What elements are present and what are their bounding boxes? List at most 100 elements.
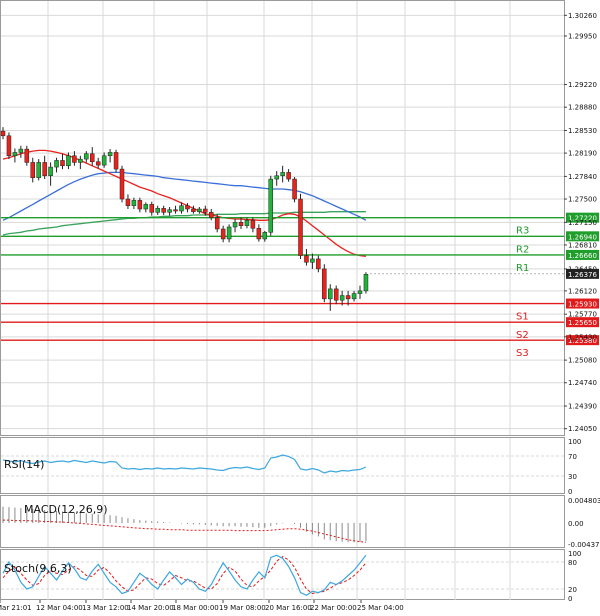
price-tick-label: 1.28880 (568, 104, 597, 112)
time-tick-label: 25 Mar 04:00 (357, 604, 404, 612)
price-tick-label: 1.25080 (568, 357, 597, 365)
time-tick-label: Mar 21:01 (0, 604, 32, 612)
candle-body (167, 209, 172, 213)
candle-body (12, 152, 18, 157)
time-tick-label: 18 Mar 00:00 (172, 604, 219, 612)
time-tick-label: 12 Mar 04:00 (36, 604, 83, 612)
macd-tick-label: 0.00 (568, 520, 584, 528)
price-tick-label: 1.26810 (568, 241, 597, 249)
macd-tick-label: 0.004803 (568, 497, 600, 505)
candle-body (274, 175, 279, 180)
candle-body (30, 162, 35, 178)
candle-body (66, 155, 71, 166)
candle-body (209, 212, 214, 218)
level-tag-text-r1: 1.26660 (568, 252, 597, 260)
price-tick-label: 1.25430 (568, 333, 597, 341)
forex-chart: R31.27220R21.26940R11.26660S11.25930S21.… (0, 0, 600, 612)
candle-body (137, 200, 143, 210)
price-tick-label: 1.30260 (568, 12, 597, 20)
level-label-s1: S1 (516, 312, 529, 323)
candle-body (310, 258, 315, 263)
candle-body (54, 160, 59, 168)
level-tag-text-r2: 1.26940 (568, 233, 597, 241)
rsi-tick-label: 70 (568, 453, 577, 461)
candle-body (286, 172, 291, 180)
candle-body (280, 172, 285, 176)
price-tick-label: 1.27840 (568, 173, 597, 181)
rsi-tick-label: 0 (568, 488, 572, 496)
time-tick-label: 19 Mar 08:00 (219, 604, 266, 612)
level-label-s3: S3 (516, 348, 529, 359)
candle-body (214, 217, 220, 230)
price-tick-label: 1.24390 (568, 403, 597, 411)
level-tag-text-s2: 1.25650 (568, 319, 597, 327)
candle-body (333, 288, 339, 301)
rsi-label: RSI(14) (4, 458, 44, 471)
price-tick-label: 1.24740 (568, 379, 597, 387)
candle-body (179, 205, 184, 212)
candle-body (256, 228, 262, 240)
candle-body (6, 135, 12, 157)
candle-body (232, 222, 238, 228)
rsi-tick-label: 100 (568, 438, 581, 446)
candle-body (262, 232, 268, 240)
candle-body (357, 290, 363, 294)
candle-body (292, 178, 297, 200)
rsi-panel-frame (0, 437, 565, 494)
candle-body (101, 155, 107, 166)
candle-body (18, 148, 24, 153)
candle-body (0, 130, 6, 137)
candle-body (131, 200, 137, 206)
stoch-tick-label: 80 (568, 559, 577, 567)
candle-body (328, 288, 333, 300)
level-tag-text-s1: 1.25930 (568, 301, 597, 309)
candle-body (161, 208, 166, 213)
candle-body (345, 295, 351, 300)
candle-body (143, 204, 149, 210)
price-tick-label: 1.26120 (568, 287, 597, 295)
rsi-tick-label: 30 (568, 473, 577, 481)
candle-body (48, 166, 53, 176)
candle-body (250, 220, 256, 229)
candle-body (72, 155, 77, 163)
current-price-text: 1.26376 (568, 271, 597, 279)
price-tick-label: 1.27150 (568, 219, 597, 227)
candle-body (24, 148, 30, 163)
candle-body (316, 258, 321, 270)
candle-body (119, 168, 125, 200)
candle-body (226, 226, 232, 240)
candle-body (155, 208, 160, 213)
candle-body (363, 273, 369, 292)
level-label-r1: R1 (516, 263, 529, 274)
candle-body (351, 293, 357, 300)
candle-body (304, 255, 309, 263)
candle-body (113, 152, 119, 170)
candle-body (220, 228, 226, 240)
candle-body (90, 153, 95, 163)
level-label-r2: R2 (516, 244, 529, 255)
candle-body (125, 198, 131, 206)
candle-body (197, 208, 202, 212)
candle-body (185, 205, 190, 210)
price-tick-label: 1.29220 (568, 81, 597, 89)
candle-body (78, 158, 83, 163)
price-tick-label: 1.28190 (568, 150, 597, 158)
level-label-r3: R3 (516, 226, 529, 237)
price-tick-label: 1.27500 (568, 196, 597, 204)
candle-body (322, 268, 327, 300)
candle-body (173, 209, 178, 212)
macd-label: MACD(12,26,9) (24, 503, 108, 516)
stoch-tick-label: 0 (568, 595, 572, 603)
price-tick-label: 1.24050 (568, 425, 597, 433)
candle-body (339, 295, 345, 301)
time-tick-label: 14 Mar 20:00 (127, 604, 174, 612)
candle-body (36, 162, 41, 178)
price-tick-label: 1.28530 (568, 127, 597, 135)
price-tick-label: 1.29950 (568, 32, 597, 40)
time-tick-label: 22 Mar 00:00 (310, 604, 357, 612)
candle-body (191, 208, 196, 212)
candle-body (84, 153, 89, 160)
time-axis: Mar 21:01 12 Mar 04:0013 Mar 12:0014 Mar … (0, 600, 404, 612)
candle-body (244, 220, 250, 226)
stoch-tick-label: 20 (568, 586, 577, 594)
